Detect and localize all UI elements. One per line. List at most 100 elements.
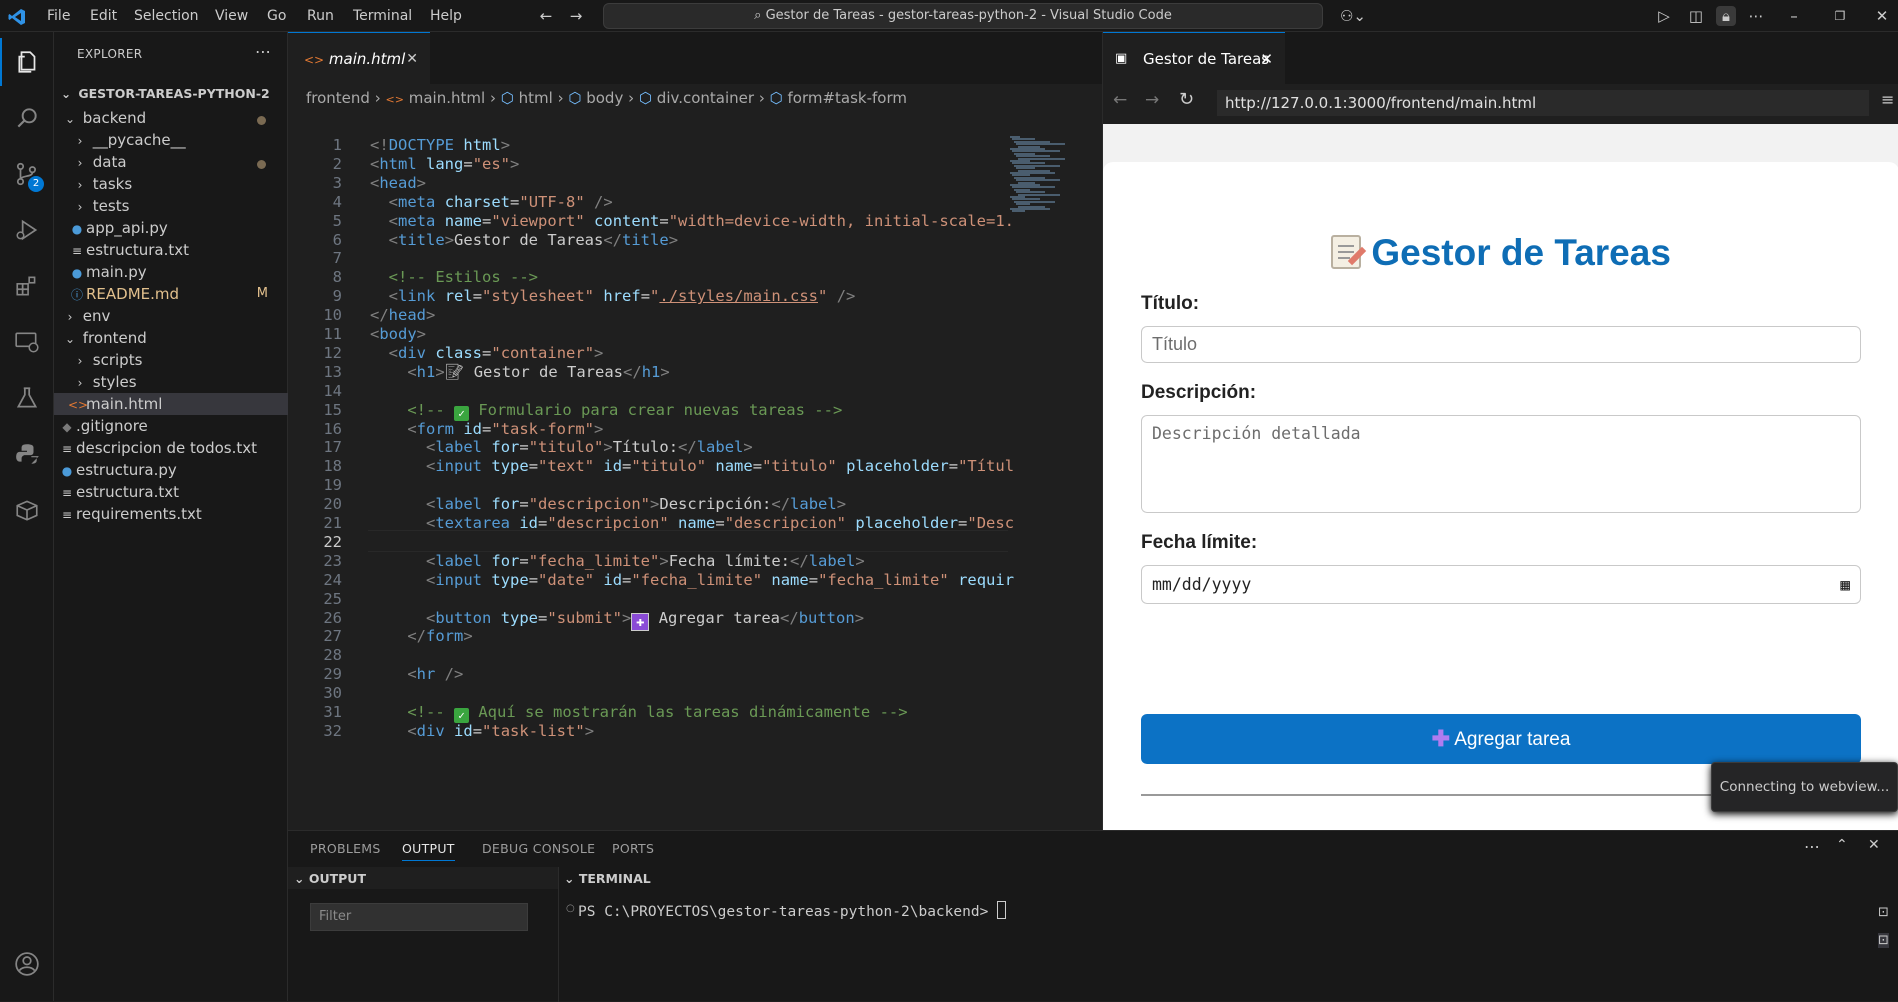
maximize-panel-icon[interactable]: ⌃ <box>1836 837 1848 853</box>
close-tab-icon[interactable]: ✕ <box>1260 33 1273 85</box>
menu-edit[interactable]: Edit <box>90 0 117 32</box>
more-actions-icon[interactable]: ⋯ <box>255 42 271 61</box>
extensions-icon[interactable] <box>0 262 54 310</box>
code-line[interactable]: <input type="text" id="titulo" name="tit… <box>370 457 1014 475</box>
tree-item[interactable]: ● estructura.py <box>54 459 288 481</box>
forward-arrow-icon[interactable]: → <box>566 6 586 26</box>
code-line[interactable]: <body> <box>370 325 426 343</box>
menu-file[interactable]: File <box>47 0 70 32</box>
back-arrow-icon[interactable]: ← <box>536 6 556 26</box>
code-line[interactable]: <form id="task-form"> <box>370 420 603 438</box>
more-actions-icon[interactable]: ⋯ <box>1804 837 1820 856</box>
tree-item[interactable]: › styles <box>54 371 288 393</box>
fecha-input[interactable]: mm/dd/yyyy ▦ <box>1141 565 1861 604</box>
tree-item[interactable]: ≡ estructura.txt <box>54 239 288 261</box>
reload-icon[interactable]: ↻ <box>1179 89 1194 110</box>
code-line[interactable]: <div id="task-list"> <box>370 722 594 740</box>
forward-arrow-icon[interactable]: → <box>1145 90 1159 110</box>
breadcrumb-item[interactable]: frontend <box>306 89 370 107</box>
breadcrumb-item[interactable]: main.html <box>409 89 485 107</box>
restore-icon[interactable]: ❐ <box>1830 6 1850 26</box>
code-line[interactable]: <label for="titulo">Título:</label> <box>370 438 753 456</box>
terminal-icon[interactable]: ⊡ <box>1878 905 1889 920</box>
code-line[interactable]: <head> <box>370 174 426 192</box>
url-input[interactable]: http://127.0.0.1:3000/frontend/main.html <box>1217 90 1869 116</box>
breadcrumb-item[interactable]: form#task-form <box>788 89 908 107</box>
copilot-icon[interactable]: ⚇⌄ <box>1336 6 1370 26</box>
code-line[interactable]: <label for="fecha_limite">Fecha límite:<… <box>370 552 865 570</box>
filter-input[interactable]: Filter <box>310 903 528 931</box>
code-line[interactable]: <html lang="es"> <box>370 155 519 173</box>
code-line[interactable]: <!-- Estilos --> <box>370 268 538 286</box>
close-tab-icon[interactable]: ✕ <box>406 33 418 85</box>
tree-item[interactable]: ◆ .gitignore <box>54 415 288 437</box>
close-window-icon[interactable]: ✕ <box>1872 6 1892 26</box>
titulo-input[interactable]: Título <box>1141 326 1861 363</box>
tree-item[interactable]: › scripts <box>54 349 288 371</box>
tree-item[interactable]: › env <box>54 305 288 327</box>
tab-output[interactable]: OUTPUT <box>402 841 455 861</box>
python-icon[interactable] <box>0 430 54 478</box>
descripcion-textarea[interactable]: Descripción detallada <box>1141 415 1861 513</box>
tab-preview[interactable]: ▣ Gestor de Tareas ✕ <box>1103 32 1285 84</box>
explorer-icon[interactable] <box>0 38 54 86</box>
tab-debug-console[interactable]: DEBUG CONSOLE <box>482 841 595 856</box>
command-center[interactable]: ⌕ Gestor de Tareas - gestor-tareas-pytho… <box>603 3 1323 29</box>
code-line[interactable]: </head> <box>370 306 435 324</box>
breadcrumb-item[interactable]: html <box>519 89 553 107</box>
code-line[interactable]: <meta charset="UTF-8" /> <box>370 193 613 211</box>
menu-go[interactable]: Go <box>267 0 286 32</box>
code-line[interactable]: <!DOCTYPE html> <box>370 136 510 154</box>
tree-item[interactable]: ⌄ backend <box>54 107 288 129</box>
layout-icon[interactable]: ◫ <box>1686 6 1706 26</box>
tree-item[interactable]: › __pycache__ <box>54 129 288 151</box>
minimap[interactable] <box>1008 136 1078 236</box>
tab-main-html[interactable]: <> main.html ✕ <box>288 32 430 84</box>
tree-item[interactable]: ≡ descripcion de todos.txt <box>54 437 288 459</box>
minimize-icon[interactable]: – <box>1784 6 1804 26</box>
menu-icon[interactable]: ≡ <box>1881 90 1894 109</box>
tree-item[interactable]: › tests <box>54 195 288 217</box>
tree-item[interactable]: ● main.py <box>54 261 288 283</box>
menu-run[interactable]: Run <box>307 0 334 32</box>
menu-view[interactable]: View <box>215 0 248 32</box>
tree-item[interactable]: <>main.html <box>54 393 288 415</box>
run-debug-icon[interactable] <box>0 206 54 254</box>
container-icon[interactable] <box>0 486 54 534</box>
tree-item[interactable]: › data <box>54 151 288 173</box>
agregar-tarea-button[interactable]: ✚ Agregar tarea <box>1141 714 1861 764</box>
code-line[interactable]: <label for="descripcion">Descripción:</l… <box>370 495 846 513</box>
calendar-icon[interactable]: ▦ <box>1840 566 1850 603</box>
remote-explorer-icon[interactable] <box>0 318 54 366</box>
code-line[interactable]: <!-- ✓ Aquí se mostrarán las tareas diná… <box>370 703 908 723</box>
code-line[interactable]: <textarea id="descripcion" name="descrip… <box>370 514 1014 532</box>
more-actions-icon[interactable]: ⋯ <box>1746 6 1766 26</box>
source-control-icon[interactable]: 2 <box>0 150 54 198</box>
code-line[interactable]: <input type="date" id="fecha_limite" nam… <box>370 571 1014 589</box>
breadcrumb-item[interactable]: body <box>586 89 623 107</box>
code-line[interactable]: </form> <box>370 627 472 645</box>
code-line[interactable]: <hr /> <box>370 665 463 683</box>
tree-item[interactable]: › tasks <box>54 173 288 195</box>
account-icon[interactable] <box>0 940 54 988</box>
tree-item[interactable]: ● app_api.py <box>54 217 288 239</box>
tree-item[interactable]: ⌄ frontend <box>54 327 288 349</box>
back-arrow-icon[interactable]: ← <box>1113 90 1127 110</box>
run-icon[interactable]: ▷ <box>1654 6 1674 26</box>
explorer-root[interactable]: ⌄ GESTOR-TAREAS-PYTHON-2 <box>54 81 288 107</box>
tab-problems[interactable]: PROBLEMS <box>310 841 381 856</box>
code-editor[interactable]: 1 <!DOCTYPE html> 2 <html lang="es"> 3 <head>… <box>288 136 1014 856</box>
code-line[interactable]: <div class="container"> <box>370 344 604 362</box>
terminal-section[interactable]: ⌄ TERMINAL <box>564 871 651 886</box>
menu-selection[interactable]: Selection <box>134 0 199 32</box>
output-section[interactable]: ⌄ OUTPUT <box>294 871 366 886</box>
code-line[interactable]: <h1>📝︎ Gestor de Tareas</h1> <box>370 363 669 381</box>
search-icon[interactable] <box>0 94 54 142</box>
tab-ports[interactable]: PORTS <box>612 841 654 856</box>
code-line[interactable]: <!-- ✓ Formulario para crear nuevas tare… <box>370 401 842 421</box>
terminal-output[interactable]: PS C:\PROYECTOS\gestor-tareas-python-2\b… <box>578 901 1007 920</box>
tree-item[interactable]: ⓘ README.md M <box>54 283 288 305</box>
terminal-icon[interactable]: ⊡ <box>1878 933 1889 948</box>
menu-terminal[interactable]: Terminal <box>353 0 412 32</box>
tree-item[interactable]: ≡ requirements.txt <box>54 503 288 525</box>
